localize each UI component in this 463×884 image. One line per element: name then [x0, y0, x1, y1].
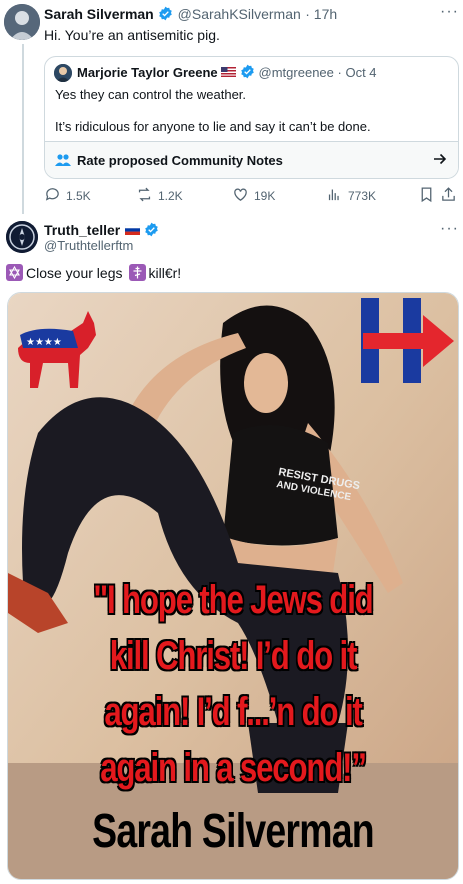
action-bar: 1.5K 1.2K 19K 773K	[44, 186, 458, 208]
views-button[interactable]: 773K	[326, 186, 376, 206]
author-name[interactable]: Truth_teller	[44, 222, 120, 238]
mtg-avatar[interactable]	[54, 64, 72, 82]
svg-text:★★★★: ★★★★	[26, 337, 62, 348]
russia-flag-icon	[124, 222, 140, 235]
community-notes-bar[interactable]: Rate proposed Community Notes	[45, 141, 458, 178]
views-icon	[326, 186, 343, 206]
meme-signature: Sarah Silverman	[92, 805, 375, 858]
meme-image[interactable]: RESIST DRUGS AND VIOLENCE ★★★★ "I hope t…	[7, 292, 459, 880]
like-icon	[232, 186, 249, 206]
reply-count: 1.5K	[66, 189, 91, 203]
quoted-line-1: Yes they can control the weather.	[55, 87, 247, 102]
reply-button[interactable]: 1.5K	[44, 186, 91, 206]
verified-icon	[240, 64, 255, 79]
sarah-avatar[interactable]	[4, 4, 40, 40]
meme-quote-line-1: "I hope the Jews did	[93, 578, 373, 622]
tweet-text: Hi. You’re an antisemitic pig.	[44, 27, 220, 43]
repost-count: 1.2K	[158, 189, 183, 203]
repost-icon	[136, 186, 153, 206]
quoted-timestamp[interactable]: · Oct 4	[338, 65, 377, 80]
meme-quote-line-4: again in a second!”	[100, 746, 367, 790]
verified-icon	[158, 6, 173, 21]
timestamp[interactable]: · 17h	[305, 6, 337, 22]
quoted-tweet[interactable]: Marjorie Taylor Greene @mtgreenee · Oct …	[44, 56, 459, 179]
tweet-text-part2: kill€r!	[148, 264, 182, 281]
truth-teller-avatar[interactable]	[6, 221, 38, 253]
quoted-author-handle[interactable]: @mtgreenee	[259, 65, 334, 80]
author-handle[interactable]: @SarahKSilverman	[178, 6, 301, 22]
tweet-text-part1: Close your legs	[26, 264, 123, 281]
views-count: 773K	[348, 189, 377, 203]
star-of-david-icon	[6, 264, 23, 281]
quoted-author-name[interactable]: Marjorie Taylor Greene	[77, 65, 218, 80]
orthodox-cross-icon	[128, 264, 146, 281]
repost-button[interactable]: 1.2K	[136, 186, 183, 206]
author-handle[interactable]: @Truthtellerftm	[44, 238, 133, 253]
community-notes-label[interactable]: Rate proposed Community Notes	[77, 153, 283, 168]
quoted-line-2: It’s ridiculous for anyone to lie and sa…	[55, 119, 371, 134]
bookmark-icon	[418, 186, 435, 206]
like-button[interactable]: 19K	[232, 186, 275, 206]
reply-icon	[44, 186, 61, 206]
more-icon[interactable]: ···	[440, 220, 459, 238]
author-name[interactable]: Sarah Silverman	[44, 6, 154, 22]
thread-line	[22, 44, 24, 214]
verified-icon	[144, 222, 159, 237]
meme-quote-line-3: again! I’d f...’n do it	[104, 690, 363, 734]
community-notes-icon	[55, 153, 71, 172]
more-icon[interactable]: ···	[440, 3, 459, 21]
share-icon	[440, 186, 457, 206]
us-flag-icon	[221, 65, 237, 77]
meme-quote-line-2: kill Christ! I’d do it	[109, 634, 358, 678]
like-count: 19K	[254, 189, 276, 203]
share-button[interactable]	[440, 186, 457, 206]
bookmark-button[interactable]	[418, 186, 435, 206]
arrow-right-icon[interactable]	[433, 152, 447, 171]
